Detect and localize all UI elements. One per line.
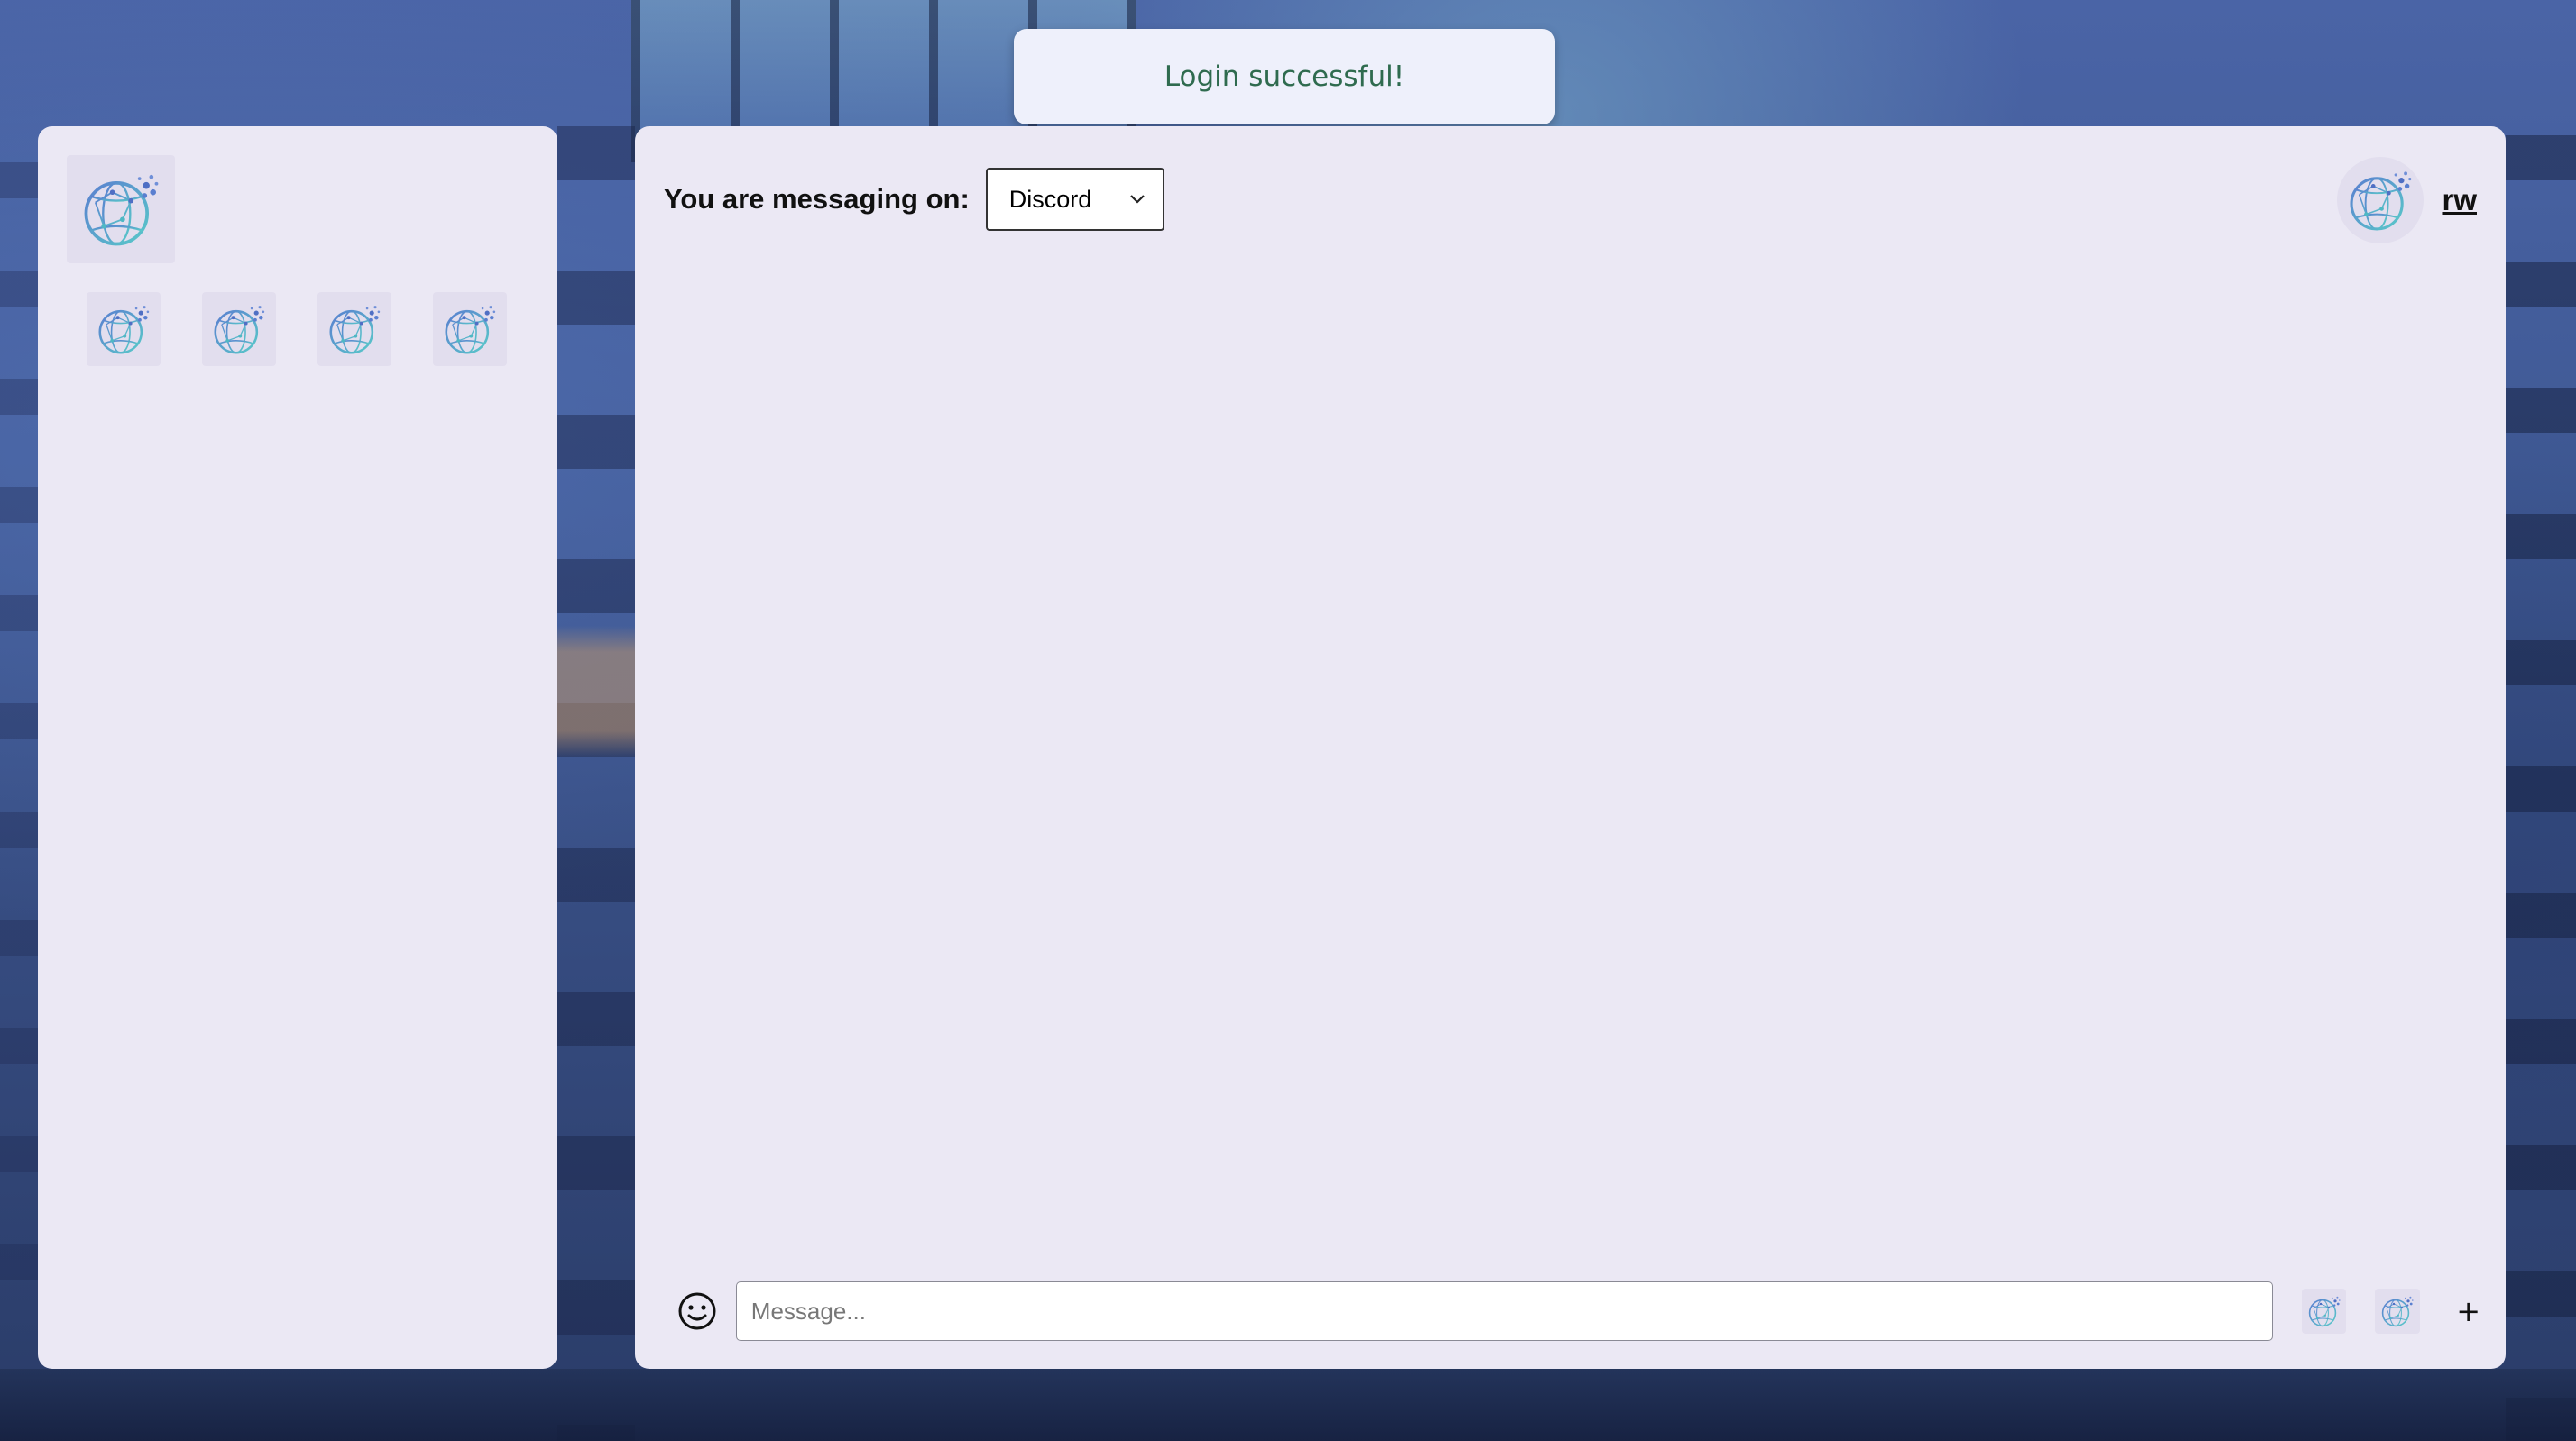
background-shelf-right bbox=[2506, 135, 2576, 1441]
chevron-down-icon bbox=[1130, 195, 1145, 204]
attach-logo-button-1[interactable] bbox=[2301, 1289, 2347, 1334]
server-item-3[interactable] bbox=[317, 292, 391, 366]
attach-logo-button-2[interactable] bbox=[2375, 1289, 2421, 1334]
toast-message: Login successful! bbox=[1164, 60, 1405, 93]
app-logo[interactable] bbox=[67, 155, 175, 263]
server-item-1[interactable] bbox=[87, 292, 161, 366]
globe-network-logo-icon bbox=[2379, 1293, 2415, 1329]
globe-network-logo-icon bbox=[95, 300, 152, 358]
smiley-icon bbox=[678, 1292, 716, 1330]
user-area: rw bbox=[2337, 157, 2477, 243]
globe-network-logo-icon bbox=[2345, 165, 2415, 235]
login-toast: Login successful! bbox=[1014, 29, 1555, 124]
background-shelf-middle bbox=[557, 126, 635, 1441]
emoji-button[interactable] bbox=[676, 1290, 718, 1332]
globe-network-logo-icon bbox=[2306, 1293, 2342, 1329]
platform-select[interactable]: Discord bbox=[985, 168, 1164, 231]
sidebar bbox=[38, 126, 557, 1369]
message-input[interactable] bbox=[735, 1281, 2273, 1341]
globe-network-logo-icon bbox=[326, 300, 383, 358]
chat-panel: You are messaging on: Discord rw Message… bbox=[635, 126, 2506, 1369]
messaging-label: You are messaging on: bbox=[664, 183, 970, 215]
globe-network-logo-icon bbox=[441, 300, 499, 358]
globe-network-logo-icon bbox=[210, 300, 268, 358]
chat-header: You are messaging on: Discord bbox=[664, 168, 1164, 231]
background-floor bbox=[0, 1369, 2576, 1441]
avatar[interactable] bbox=[2337, 157, 2424, 243]
server-item-2[interactable] bbox=[202, 292, 276, 366]
add-button[interactable]: + bbox=[2456, 1297, 2480, 1326]
globe-network-logo-icon bbox=[78, 167, 163, 252]
message-composer: + bbox=[676, 1280, 2480, 1342]
server-item-4[interactable] bbox=[433, 292, 507, 366]
platform-select-value: Discord bbox=[1008, 185, 1092, 213]
username-link[interactable]: rw bbox=[2442, 183, 2477, 217]
